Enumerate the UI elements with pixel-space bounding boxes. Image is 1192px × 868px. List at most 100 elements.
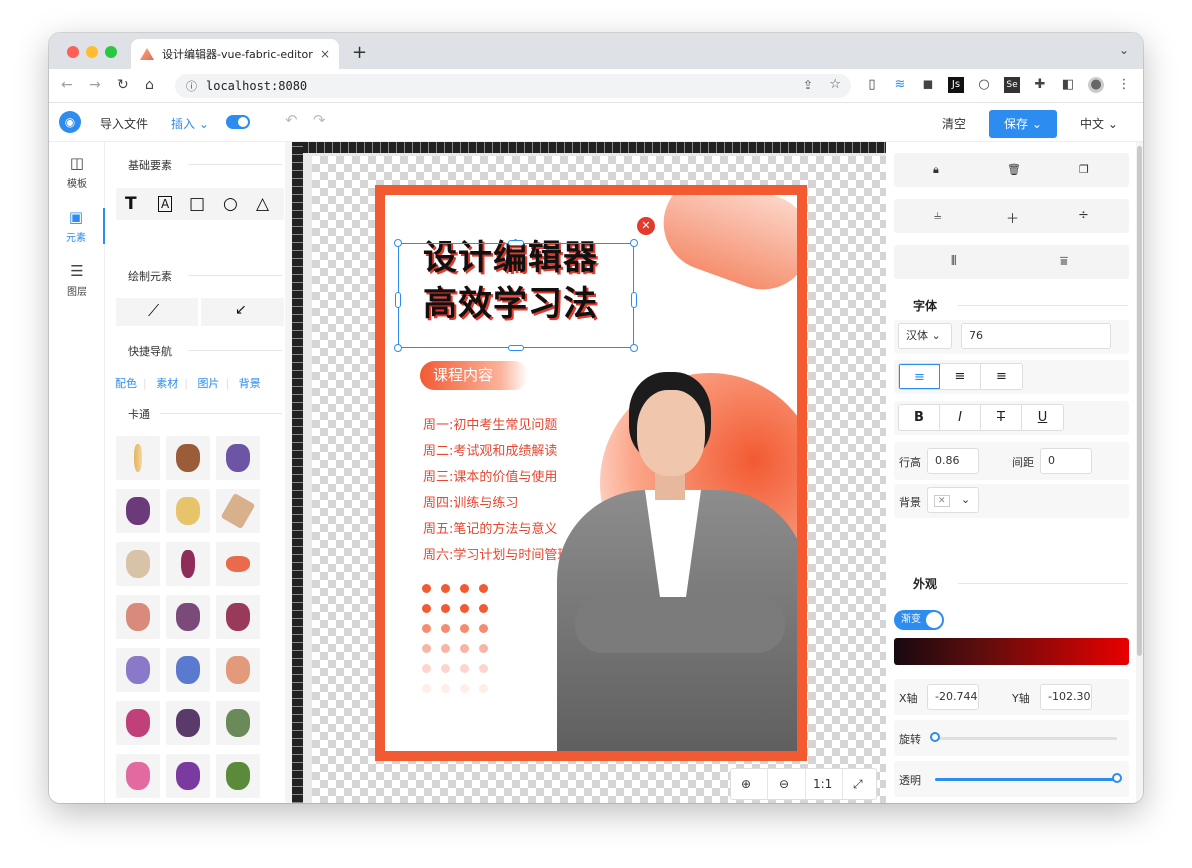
browser-tab[interactable]: 设计编辑器-vue-fabric-editor × [131,39,339,69]
lock-icon[interactable]: 🔒︎ [933,163,939,177]
rotate-slider-handle[interactable] [930,732,940,742]
sticker-witch[interactable] [166,754,210,798]
sticker-wizard[interactable] [166,648,210,692]
textbox-tool-icon[interactable]: A [158,196,173,212]
sticker-skull-hood[interactable] [166,595,210,639]
import-file-button[interactable]: 导入文件 [100,115,148,132]
ruler-toggle[interactable] [226,115,250,129]
align-right-icon[interactable]: ≡ [981,364,1022,389]
resize-handle[interactable] [631,292,637,308]
js-extension-icon[interactable]: Js [948,77,964,93]
sticker-king[interactable] [116,648,160,692]
resize-handle[interactable] [630,344,638,352]
tab-search-chevron-icon[interactable]: ⌄ [1119,43,1129,57]
address-bar[interactable]: ⓘ localhost:8080 ⇪ ☆ [175,74,851,98]
bold-icon[interactable]: B [899,405,940,430]
zoom-ratio-button[interactable]: 1:1 [813,777,832,791]
distribute-horizontal-icon[interactable]: ⫴ [951,254,956,269]
selenium-extension-icon[interactable]: Se [1004,77,1020,93]
puzzle-extensions-icon[interactable]: ✚ [1032,77,1048,93]
reader-extension-icon[interactable]: ▯ [864,77,880,93]
profile-avatar-icon[interactable]: ● [1088,77,1104,93]
nav-link-colors[interactable]: 配色 [115,377,137,390]
zoom-out-icon[interactable]: ⊖ [779,777,789,791]
underline-icon[interactable]: U [1022,405,1063,430]
resize-handle[interactable] [630,239,638,247]
clear-button[interactable]: 清空 [942,115,966,132]
font-family-select[interactable]: 汉体 ⌄ [898,323,952,349]
schedule-item[interactable]: 周三:课本的价值与使用 [423,466,557,485]
bookmark-star-icon[interactable]: ☆ [829,77,841,92]
schedule-item[interactable]: 周四:训练与练习 [423,492,518,511]
sidepanel-icon[interactable]: ◧ [1060,77,1076,93]
align-middle-icon[interactable]: ＋ [1006,208,1019,227]
elements-panel-scrollbar[interactable] [285,142,292,803]
forward-arrow-icon[interactable]: → [89,77,101,93]
schedule-item[interactable]: 周六:学习计划与时间管理 [423,544,570,563]
sidebar-item-templates[interactable]: ◫ 模板 [49,154,105,190]
sticker-tree[interactable] [216,754,260,798]
align-top-icon[interactable]: ⫨ [934,208,941,223]
text-tool-icon[interactable]: T [125,194,137,214]
sticker-elf[interactable] [166,489,210,533]
sticker-fairy[interactable] [116,542,160,586]
align-center-icon[interactable]: ≡ [940,364,981,389]
github-icon[interactable]: ◉ [59,111,81,133]
circle-extension-icon[interactable]: ○ [976,77,992,93]
home-icon[interactable]: ⌂ [145,77,154,93]
resize-handle[interactable] [394,239,402,247]
mask-extension-icon[interactable]: ◼ [920,77,936,93]
sticker-meat[interactable] [216,542,260,586]
save-button[interactable]: 保存 ⌄ [989,110,1057,138]
font-size-input[interactable]: 76 [961,323,1111,349]
strikethrough-icon[interactable]: T [981,405,1022,430]
resize-handle[interactable] [508,345,524,351]
zoom-window-button[interactable] [105,46,117,58]
copy-icon[interactable]: ❐ [1079,163,1089,176]
sticker-plant[interactable] [116,489,160,533]
insert-dropdown[interactable]: 插入 ⌄ [171,115,209,132]
nav-link-background[interactable]: 背景 [239,377,261,390]
minimize-window-button[interactable] [86,46,98,58]
gradient-preview-bar[interactable] [894,638,1129,665]
sticker-medusa[interactable] [216,648,260,692]
redo-icon[interactable]: ↷ [313,111,326,129]
language-dropdown[interactable]: 中文 ⌄ [1080,115,1118,132]
sticker-spider[interactable] [166,701,210,745]
selection-box[interactable] [398,243,634,348]
nav-link-images[interactable]: 图片 [197,377,219,390]
course-content-pill[interactable]: 课程内容 [420,361,528,390]
close-tab-icon[interactable]: × [320,47,330,61]
zoom-in-icon[interactable]: ⊕ [741,777,751,791]
undo-icon[interactable]: ↶ [285,111,298,129]
sticker-bag[interactable] [116,595,160,639]
triangle-tool-icon[interactable]: △ [256,194,269,214]
new-tab-button[interactable]: + [352,42,367,63]
sticker-bow[interactable] [116,436,160,480]
sticker-crystal[interactable] [166,542,210,586]
schedule-item[interactable]: 周五:笔记的方法与意义 [423,518,557,537]
browser-menu-icon[interactable]: ⋮ [1116,77,1132,93]
rotate-slider-track[interactable] [935,737,1117,740]
fit-screen-icon[interactable]: ⤢ [853,777,863,792]
properties-scrollbar[interactable] [1136,142,1143,803]
y-axis-input[interactable]: -102.30 [1040,684,1092,710]
close-window-button[interactable] [67,46,79,58]
rect-tool-icon[interactable]: □ [189,194,205,214]
sticker-armor[interactable] [216,436,260,480]
x-axis-input[interactable]: -20.744 [927,684,979,710]
sidebar-item-layers[interactable]: ☰ 图层 [49,262,105,298]
schedule-item[interactable]: 周二:考试观和成绩解读 [423,440,557,459]
nav-link-materials[interactable]: 素材 [156,377,178,390]
sticker-orc[interactable] [216,701,260,745]
delete-selection-icon[interactable]: ✕ [637,217,655,235]
resize-handle[interactable] [394,344,402,352]
sticker-map[interactable] [216,489,260,533]
layers-extension-icon[interactable]: ≋ [892,77,908,93]
align-bottom-icon[interactable]: ÷ [1078,208,1089,223]
person-photo[interactable] [557,372,797,751]
gradient-toggle[interactable]: 渐变 [894,610,944,630]
schedule-item[interactable]: 周一:初中考生常见问题 [423,414,557,433]
line-tool[interactable]: ⟋ [116,298,198,326]
sticker-radish[interactable] [116,701,160,745]
